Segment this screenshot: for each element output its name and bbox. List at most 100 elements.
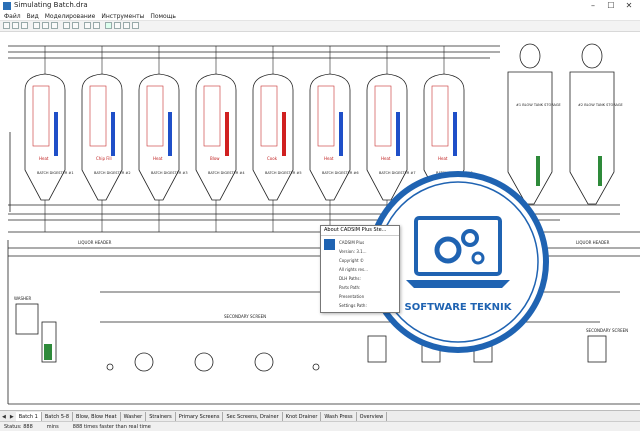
open-icon[interactable] — [12, 22, 19, 29]
redo-icon[interactable] — [72, 22, 79, 29]
digester-state-label: Heat — [39, 156, 49, 161]
tab-batch-5-8[interactable]: Batch 5-8 — [42, 411, 74, 422]
storage-level-bar — [598, 156, 602, 186]
digester-state-label: Blow — [210, 156, 220, 161]
tab-strainers[interactable]: Strainers — [146, 411, 176, 422]
about-title: About CADSIM Plus Ste... — [321, 226, 399, 236]
status-item-1: Status: 888 — [4, 424, 33, 430]
digester-state-label: Heat — [381, 156, 391, 161]
level-bar — [282, 112, 286, 156]
level-bar — [54, 112, 58, 156]
flowsheet-canvas[interactable]: Heat BATCH DIGESTER #1 Chip Fill BATCH DIGE… — [0, 32, 640, 410]
digester-5[interactable]: Cook BATCH DIGESTER #5 — [252, 46, 302, 232]
digester-2[interactable]: Chip Fill BATCH DIGESTER #2 — [81, 46, 131, 232]
save-icon[interactable] — [21, 22, 28, 29]
digester-3[interactable]: Heat BATCH DIGESTER #3 — [138, 46, 188, 232]
blow-tank-1[interactable]: #1 BLOW TANK STORAGE — [507, 43, 561, 205]
blow-tank-2[interactable]: #2 BLOW TANK STORAGE — [569, 43, 623, 205]
digester-6[interactable]: Heat BATCH DIGESTER #6 — [309, 46, 359, 232]
level-bar — [111, 112, 115, 156]
menu-view[interactable]: Вид — [27, 12, 39, 20]
level-bar — [339, 112, 343, 156]
digester-state-label: Cook — [267, 156, 278, 161]
tab-washer[interactable]: Washer — [121, 411, 147, 422]
paste-icon[interactable] — [51, 22, 58, 29]
watermark-text: SOFTWARE TEKNIK — [405, 302, 513, 313]
pump-3[interactable] — [254, 352, 274, 372]
level-bar — [225, 112, 229, 156]
liquor-header-label: LIQUOR HEADER — [78, 240, 112, 245]
stop-icon[interactable] — [123, 22, 130, 29]
storage-title: #1 BLOW TANK STORAGE — [516, 103, 561, 107]
status-bar: Status: 888 mins 888 times faster than r… — [0, 421, 640, 431]
zoom-out-icon[interactable] — [93, 22, 100, 29]
liquor-level — [44, 344, 52, 360]
new-icon[interactable] — [3, 22, 10, 29]
tab-knot-drainer[interactable]: Knot Drainer — [283, 411, 322, 422]
cadsim-logo-icon — [324, 239, 335, 250]
tab-primary-screens[interactable]: Primary Screens — [176, 411, 224, 422]
about-presentation: Presentation — [339, 294, 365, 299]
menu-bar: Файл Вид Моделирование Инструменты Помощ… — [0, 12, 640, 21]
washer-label: WASHER — [14, 296, 32, 301]
level-bar — [396, 112, 400, 156]
digester-title: BATCH DIGESTER #6 — [322, 171, 359, 175]
pump-5[interactable] — [312, 363, 320, 371]
status-item-3: 888 times faster than real time — [72, 424, 151, 430]
about-parts: Parts Path: — [339, 285, 361, 290]
pump-1[interactable] — [134, 352, 154, 372]
storage-title: #2 BLOW TANK STORAGE — [578, 103, 623, 107]
digester-4[interactable]: Blow BATCH DIGESTER #4 — [195, 46, 245, 232]
pump-4[interactable] — [106, 363, 114, 371]
close-button[interactable]: ✕ — [620, 0, 638, 12]
washer-vessel[interactable] — [15, 303, 39, 335]
digester-title: BATCH DIGESTER #5 — [265, 171, 302, 175]
tab-blow-heat[interactable]: Blow, Blow Heat — [73, 411, 121, 422]
status-item-2: mins — [46, 424, 59, 430]
window-title: Simulating Batch.dra — [14, 1, 88, 9]
about-settings: Settings Path: — [339, 303, 367, 308]
cut-icon[interactable] — [33, 22, 40, 29]
tab-next-icon[interactable]: ▶ — [8, 414, 16, 420]
level-bar — [453, 112, 457, 156]
about-dll: DLH Paths: — [339, 276, 361, 281]
screen-4[interactable] — [587, 335, 607, 363]
secondary-screen-label: SECONDARY SCREEN — [224, 314, 266, 319]
tab-wash-press[interactable]: Wash Press — [321, 411, 357, 422]
pump-2[interactable] — [194, 352, 214, 372]
pause-icon[interactable] — [132, 22, 139, 29]
digester-state-label: Heat — [153, 156, 163, 161]
copy-icon[interactable] — [42, 22, 49, 29]
secondary-screen-label-2: SECONDARY SCREEN — [586, 328, 628, 333]
app-icon — [3, 2, 11, 10]
tab-overview[interactable]: Overview — [357, 411, 388, 422]
play-icon[interactable] — [105, 22, 112, 29]
tab-sec-screens[interactable]: Sec Screens, Drainer — [223, 411, 283, 422]
zoom-in-icon[interactable] — [84, 22, 91, 29]
tab-batch-1[interactable]: Batch 1 — [15, 411, 42, 422]
digester-state-label: Heat — [438, 156, 448, 161]
minimize-button[interactable]: – — [584, 0, 602, 12]
menu-help[interactable]: Помощь — [150, 12, 176, 20]
undo-icon[interactable] — [63, 22, 70, 29]
step-icon[interactable] — [114, 22, 121, 29]
about-copyright: Copyright © — [339, 258, 364, 263]
menu-simulation[interactable]: Моделирование — [45, 12, 96, 20]
screen-1[interactable] — [367, 335, 387, 363]
about-dialog[interactable]: About CADSIM Plus Ste... CADSIM Plus Ver… — [320, 225, 400, 313]
digester-title: BATCH DIGESTER #3 — [151, 171, 188, 175]
liquor-header-label-2: LIQUOR HEADER — [576, 240, 610, 245]
digester-title: BATCH DIGESTER #4 — [208, 171, 245, 175]
digester-title: BATCH DIGESTER #7 — [379, 171, 416, 175]
digester-state-label: Chip Fill — [96, 156, 112, 161]
toolbar — [0, 21, 640, 32]
process-diagram: Heat BATCH DIGESTER #1 Chip Fill BATCH DIGE… — [7, 43, 640, 405]
digester-title: BATCH DIGESTER #2 — [94, 171, 131, 175]
tab-prev-icon[interactable]: ◀ — [0, 414, 8, 420]
digester-1[interactable]: Heat BATCH DIGESTER #1 — [24, 46, 74, 232]
digester-state-label: Heat — [324, 156, 334, 161]
menu-file[interactable]: Файл — [4, 12, 21, 20]
menu-tools[interactable]: Инструменты — [101, 12, 144, 20]
maximize-button[interactable]: ☐ — [602, 0, 620, 12]
about-rights: All rights res... — [339, 267, 368, 272]
